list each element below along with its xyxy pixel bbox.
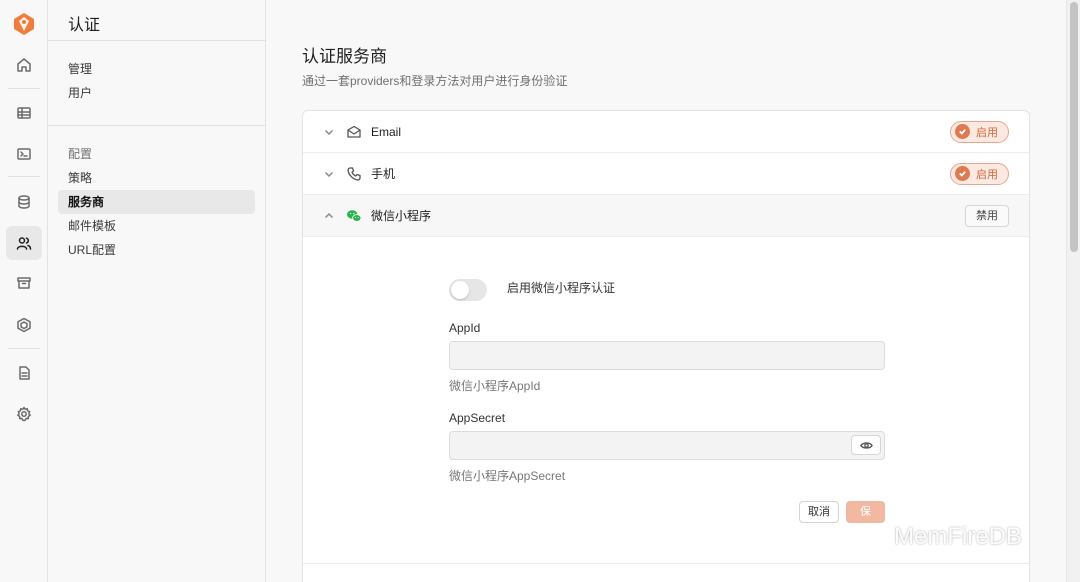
chevron-down-icon [323,126,335,138]
main-content: 认证服务商 通过一套providers和登录方法对用户进行身份验证 Email … [266,0,1066,582]
watermark-text: MemFireDB [894,523,1023,550]
menu-group-config: 配置 策略 服务商 邮件模板 URL配置 [48,142,265,262]
appsecret-label: AppSecret [449,411,506,425]
status-label: 启用 [976,168,998,181]
users-icon[interactable] [6,226,42,260]
scrollbar-thumb[interactable] [1070,2,1078,252]
wechat-icon [346,208,362,224]
watermark: MemFireDB [848,522,1022,552]
appid-help: 微信小程序AppId [449,379,541,393]
toggle-knob [451,281,469,299]
providers-panel: Email 启用 手机 启用 微信小程序 禁用 启用微信小程序认证 AppId … [302,110,1030,582]
appid-input[interactable] [449,341,885,370]
chevron-down-icon [323,168,335,180]
rail-divider [8,348,40,349]
provider-row-email[interactable]: Email 启用 [303,111,1029,153]
enable-wechat-toggle[interactable] [449,279,487,301]
menu-group-title: 配置 [68,147,93,161]
menu-item-providers[interactable]: 服务商 [58,190,255,214]
gear-icon[interactable] [6,397,42,431]
hexagon-icon[interactable] [6,308,42,342]
provider-name: 微信小程序 [371,209,432,223]
rail-divider [8,176,40,177]
status-badge: 禁用 [965,204,1009,227]
appsecret-input[interactable] [449,431,885,460]
menu-group-manage: 管理 用户 [48,57,265,105]
menu-item-email-templates[interactable]: 邮件模板 [58,214,255,238]
check-icon [955,124,970,139]
save-button[interactable]: 保存 [846,501,885,538]
enable-wechat-label: 启用微信小程序认证 [507,280,616,295]
provider-row-phone[interactable]: 手机 启用 [303,153,1029,195]
chevron-up-icon [323,210,335,222]
menu-title: 认证 [48,0,265,41]
appsecret-help: 微信小程序AppSecret [449,469,566,483]
wechat-watermark-icon [850,523,885,550]
provider-row-wechat[interactable]: 微信小程序 禁用 [303,195,1029,237]
rail-divider [8,88,40,89]
page-subtitle: 通过一套providers和登录方法对用户进行身份验证 [302,74,568,88]
eye-icon[interactable] [851,435,881,455]
menu-item-policies[interactable]: 策略 [58,166,255,190]
row-divider [303,563,1029,564]
menu-divider [48,125,265,126]
status-badge: 启用 [950,120,1009,143]
database-icon[interactable] [6,185,42,219]
menu-item-manage[interactable]: 管理 [58,57,255,81]
phone-icon [346,166,362,182]
appsecret-field [449,431,885,460]
check-icon [955,166,970,181]
terminal-icon[interactable] [6,137,42,171]
page-title: 认证服务商 [302,47,387,66]
appid-label: AppId [449,321,481,335]
table-icon[interactable] [6,96,42,130]
menu-item-url-config[interactable]: URL配置 [58,238,255,262]
home-icon[interactable] [6,48,42,82]
icon-rail [0,0,48,582]
provider-name: 手机 [371,167,396,181]
cancel-button[interactable]: 取消 [799,501,839,523]
archive-icon[interactable] [6,266,42,300]
status-badge: 启用 [950,162,1009,185]
side-menu: 认证 管理 用户 配置 策略 服务商 邮件模板 URL配置 [48,0,266,582]
enable-toggle-row: 启用微信小程序认证 [449,279,615,301]
logo-icon[interactable] [12,12,36,36]
menu-item-users[interactable]: 用户 [58,81,255,105]
mail-icon [346,124,362,140]
document-icon[interactable] [6,356,42,390]
status-label: 启用 [976,126,998,139]
provider-name: Email [371,124,402,139]
page-scrollbar[interactable] [1066,0,1080,582]
